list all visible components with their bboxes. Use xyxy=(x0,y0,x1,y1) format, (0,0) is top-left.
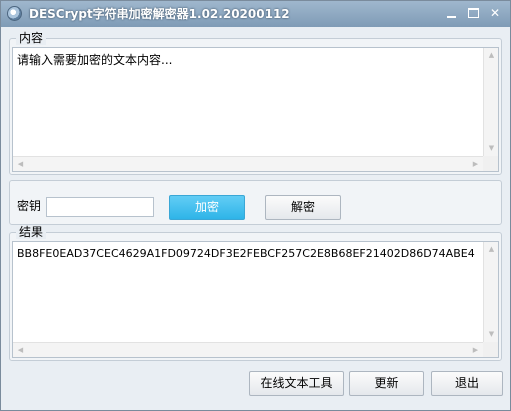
key-label: 密钥 xyxy=(17,199,42,213)
content-text[interactable]: 请输入需要加密的文本内容... xyxy=(17,52,480,68)
app-icon xyxy=(7,6,22,21)
content-textarea[interactable]: 请输入需要加密的文本内容... ▲ ▼ ◀ ▶ xyxy=(12,47,499,172)
result-group: 结果 BB8FE0EAD37CEC4629A1FD09724DF3E2FEBCF… xyxy=(9,225,502,361)
scroll-up-icon[interactable]: ▲ xyxy=(484,242,498,257)
minimize-icon xyxy=(446,15,456,18)
result-legend: 结果 xyxy=(16,225,47,239)
result-text[interactable]: BB8FE0EAD37CEC4629A1FD09724DF3E2FEBCF257… xyxy=(17,246,480,262)
exit-button[interactable]: 退出 xyxy=(431,371,503,396)
content-group: 内容 请输入需要加密的文本内容... ▲ ▼ ◀ ▶ xyxy=(9,31,502,175)
close-button[interactable]: ✕ xyxy=(485,5,505,22)
encrypt-button[interactable]: 加密 xyxy=(169,195,245,220)
scroll-right-icon[interactable]: ▶ xyxy=(468,343,483,357)
result-vertical-scrollbar[interactable]: ▲ ▼ xyxy=(483,242,498,342)
scroll-up-icon[interactable]: ▲ xyxy=(484,48,498,63)
title-bar[interactable]: DESCrypt字符串加密解密器1.02.20200112 ✕ xyxy=(1,1,510,27)
result-horizontal-scrollbar[interactable]: ◀ ▶ xyxy=(13,342,483,357)
result-textarea[interactable]: BB8FE0EAD37CEC4629A1FD09724DF3E2FEBCF257… xyxy=(12,241,499,358)
app-window: DESCrypt字符串加密解密器1.02.20200112 ✕ 内容 请输入需要… xyxy=(0,0,511,411)
scroll-right-icon[interactable]: ▶ xyxy=(468,157,483,171)
scroll-corner xyxy=(483,342,498,357)
scroll-left-icon[interactable]: ◀ xyxy=(13,343,28,357)
key-input[interactable] xyxy=(46,197,154,217)
content-horizontal-scrollbar[interactable]: ◀ ▶ xyxy=(13,156,483,171)
decrypt-button[interactable]: 解密 xyxy=(265,195,341,220)
update-button[interactable]: 更新 xyxy=(349,371,424,396)
online-text-tools-button[interactable]: 在线文本工具 xyxy=(249,371,344,396)
maximize-button[interactable] xyxy=(463,5,483,22)
close-icon: ✕ xyxy=(489,6,501,20)
window-title: DESCrypt字符串加密解密器1.02.20200112 xyxy=(29,7,290,21)
minimize-button[interactable] xyxy=(441,5,461,22)
content-vertical-scrollbar[interactable]: ▲ ▼ xyxy=(483,48,498,156)
maximize-icon xyxy=(467,7,479,18)
key-group: 密钥 加密 解密 xyxy=(9,180,502,225)
content-legend: 内容 xyxy=(16,31,47,45)
scroll-down-icon[interactable]: ▼ xyxy=(484,327,498,342)
scroll-down-icon[interactable]: ▼ xyxy=(484,141,498,156)
scroll-corner xyxy=(483,156,498,171)
scroll-left-icon[interactable]: ◀ xyxy=(13,157,28,171)
